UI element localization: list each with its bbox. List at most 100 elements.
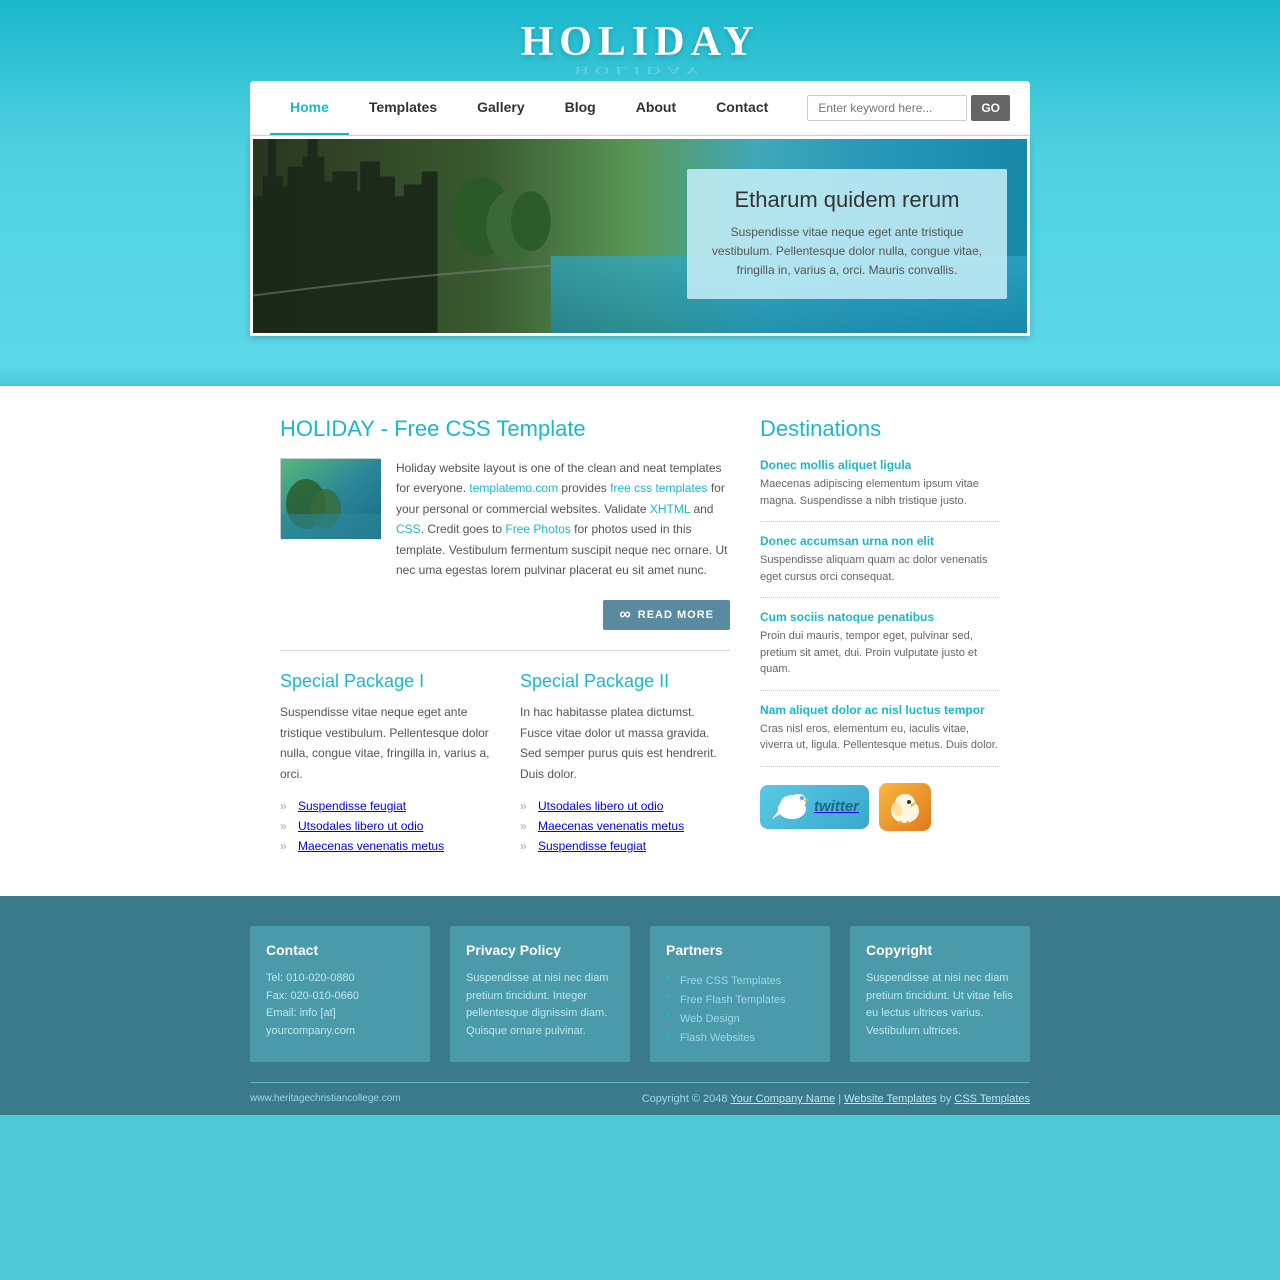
css-templates-link[interactable]: CSS Templates <box>954 1093 1030 1105</box>
nav-templates[interactable]: Templates <box>349 81 457 135</box>
footer-bottom: www.heritagechristiancollege.com Copyrig… <box>250 1082 1030 1105</box>
dest-3-text: Proin dui mauris, tempor eget, pulvinar … <box>760 628 1000 678</box>
list-item: Suspendisse feugiat <box>280 796 490 816</box>
nav-links: Home Templates Gallery Blog About Contac… <box>270 81 807 135</box>
rss-icon <box>887 789 923 825</box>
nav-gallery[interactable]: Gallery <box>457 81 544 135</box>
main-section-title: HOLIDAY - Free CSS Template <box>280 416 730 442</box>
twitter-icon <box>770 791 810 823</box>
navigation: Home Templates Gallery Blog About Contac… <box>250 81 1030 136</box>
footer-partners: Partners Free CSS Templates Free Flash T… <box>650 926 830 1062</box>
hero-text: Suspendisse vitae neque eget ante tristi… <box>707 223 987 281</box>
list-item: Free CSS Templates <box>666 970 814 989</box>
package-1-link-1[interactable]: Suspendisse feugiat <box>298 799 406 813</box>
footer-contact: Contact Tel: 010-020-0880 Fax: 020-010-0… <box>250 926 430 1062</box>
site-title: HOLIDAY <box>0 18 1280 66</box>
rss-widget <box>879 783 931 831</box>
packages-section: Special Package I Suspendisse vitae nequ… <box>280 671 730 856</box>
package-1-link-3[interactable]: Maecenas venenatis metus <box>298 839 444 853</box>
dest-3-title[interactable]: Cum sociis natoque penatibus <box>760 610 1000 624</box>
dest-1-text: Maecenas adipiscing elementum ipsum vita… <box>760 476 1000 509</box>
package-2-link-1[interactable]: Utsodales libero ut odio <box>538 799 663 813</box>
intro-block: Holiday website layout is one of the cle… <box>280 458 730 580</box>
package-1-text: Suspendisse vitae neque eget ante tristi… <box>280 702 490 784</box>
footer-copyright-col: Copyright Suspendisse at nisi nec diam p… <box>850 926 1030 1062</box>
package-2-link-2[interactable]: Maecenas venenatis metus <box>538 819 684 833</box>
dest-4-text: Cras nisl eros, elementum eu, iaculis vi… <box>760 721 1000 754</box>
package-1-list: Suspendisse feugiat Utsodales libero ut … <box>280 796 490 856</box>
list-item: Free Flash Templates <box>666 989 814 1008</box>
xhtml-link[interactable]: XHTML <box>650 502 690 516</box>
infinity-icon: ∞ <box>619 606 631 624</box>
intro-image <box>280 458 380 538</box>
partner-link-1[interactable]: Free CSS Templates <box>680 975 781 987</box>
list-item: Utsodales libero ut odio <box>280 816 490 836</box>
intro-text: Holiday website layout is one of the cle… <box>396 458 730 580</box>
twitter-widget: twitter <box>760 785 869 829</box>
search-button[interactable]: GO <box>971 95 1010 121</box>
destinations-title: Destinations <box>760 416 1000 442</box>
dest-2-text: Suspendisse aliquam quam ac dolor venena… <box>760 552 1000 585</box>
search-area: GO <box>807 95 1010 121</box>
teal-strip <box>0 366 1280 386</box>
read-more-label: READ MORE <box>638 609 714 621</box>
package-1-link-2[interactable]: Utsodales libero ut odio <box>298 819 423 833</box>
footer-partners-list: Free CSS Templates Free Flash Templates … <box>666 970 814 1046</box>
social-icons: twitter <box>760 783 1000 831</box>
free-css-link[interactable]: free css templates <box>610 481 707 495</box>
dest-1-title[interactable]: Donec mollis aliquet ligula <box>760 458 1000 472</box>
footer-columns: Contact Tel: 010-020-0880 Fax: 020-010-0… <box>250 926 1030 1062</box>
destination-2: Donec accumsan urna non elit Suspendisse… <box>760 534 1000 598</box>
package-2: Special Package II In hac habitasse plat… <box>520 671 730 856</box>
search-input[interactable] <box>807 95 967 121</box>
nav-about[interactable]: About <box>616 81 696 135</box>
footer-privacy: Privacy Policy Suspendisse at nisi nec d… <box>450 926 630 1062</box>
package-2-link-3[interactable]: Suspendisse feugiat <box>538 839 646 853</box>
divider <box>280 650 730 651</box>
twitter-link[interactable]: twitter <box>760 785 869 829</box>
hero-banner: Etharum quidem rerum Suspendisse vitae n… <box>250 136 1030 336</box>
destination-1: Donec mollis aliquet ligula Maecenas adi… <box>760 458 1000 522</box>
partner-link-2[interactable]: Free Flash Templates <box>680 994 786 1006</box>
package-1-title: Special Package I <box>280 671 490 692</box>
destination-3: Cum sociis natoque penatibus Proin dui m… <box>760 610 1000 691</box>
list-item: Utsodales libero ut odio <box>520 796 730 816</box>
nav-contact[interactable]: Contact <box>696 81 788 135</box>
rss-link[interactable] <box>879 783 931 831</box>
read-more-button[interactable]: ∞ READ MORE <box>603 600 730 630</box>
footer: Contact Tel: 010-020-0880 Fax: 020-010-0… <box>0 896 1280 1115</box>
package-2-title: Special Package II <box>520 671 730 692</box>
nav-blog[interactable]: Blog <box>545 81 616 135</box>
destination-4: Nam aliquet dolor ac nisl luctus tempor … <box>760 703 1000 767</box>
list-item: Flash Websites <box>666 1027 814 1046</box>
read-more-area: ∞ READ MORE <box>280 600 730 630</box>
dest-4-title[interactable]: Nam aliquet dolor ac nisl luctus tempor <box>760 703 1000 717</box>
list-item: Maecenas venenatis metus <box>520 816 730 836</box>
package-2-text: In hac habitasse platea dictumst. Fusce … <box>520 702 730 784</box>
templatemo-link[interactable]: templatemo.com <box>469 481 558 495</box>
company-name-link[interactable]: Your Company Name <box>730 1093 835 1105</box>
footer-site-url: www.heritagechristiancollege.com <box>250 1093 401 1104</box>
nav-home[interactable]: Home <box>270 81 349 135</box>
site-title-reflection: HOLIDAY <box>0 64 1280 76</box>
twitter-label: twitter <box>814 798 859 815</box>
footer-copyright-title: Copyright <box>866 942 1014 958</box>
partner-link-3[interactable]: Web Design <box>680 1013 740 1025</box>
package-2-list: Utsodales libero ut odio Maecenas venena… <box>520 796 730 856</box>
dest-2-title[interactable]: Donec accumsan urna non elit <box>760 534 1000 548</box>
right-column: Destinations Donec mollis aliquet ligula… <box>760 416 1000 856</box>
partner-link-4[interactable]: Flash Websites <box>680 1032 755 1044</box>
left-column: HOLIDAY - Free CSS Template <box>280 416 730 856</box>
css-link[interactable]: CSS <box>396 522 421 536</box>
hero-overlay: Etharum quidem rerum Suspendisse vitae n… <box>687 169 1007 299</box>
footer-contact-title: Contact <box>266 942 414 958</box>
list-item: Web Design <box>666 1008 814 1027</box>
free-photos-link[interactable]: Free Photos <box>505 522 570 536</box>
website-templates-link[interactable]: Website Templates <box>844 1093 937 1105</box>
footer-partners-title: Partners <box>666 942 814 958</box>
footer-privacy-title: Privacy Policy <box>466 942 614 958</box>
list-item: Maecenas venenatis metus <box>280 836 490 856</box>
package-1: Special Package I Suspendisse vitae nequ… <box>280 671 490 856</box>
footer-copyright-text: Suspendisse at nisi nec diam pretium tin… <box>866 970 1014 1040</box>
footer-bottom-right: Copyright © 2048 Your Company Name | Web… <box>642 1093 1030 1105</box>
